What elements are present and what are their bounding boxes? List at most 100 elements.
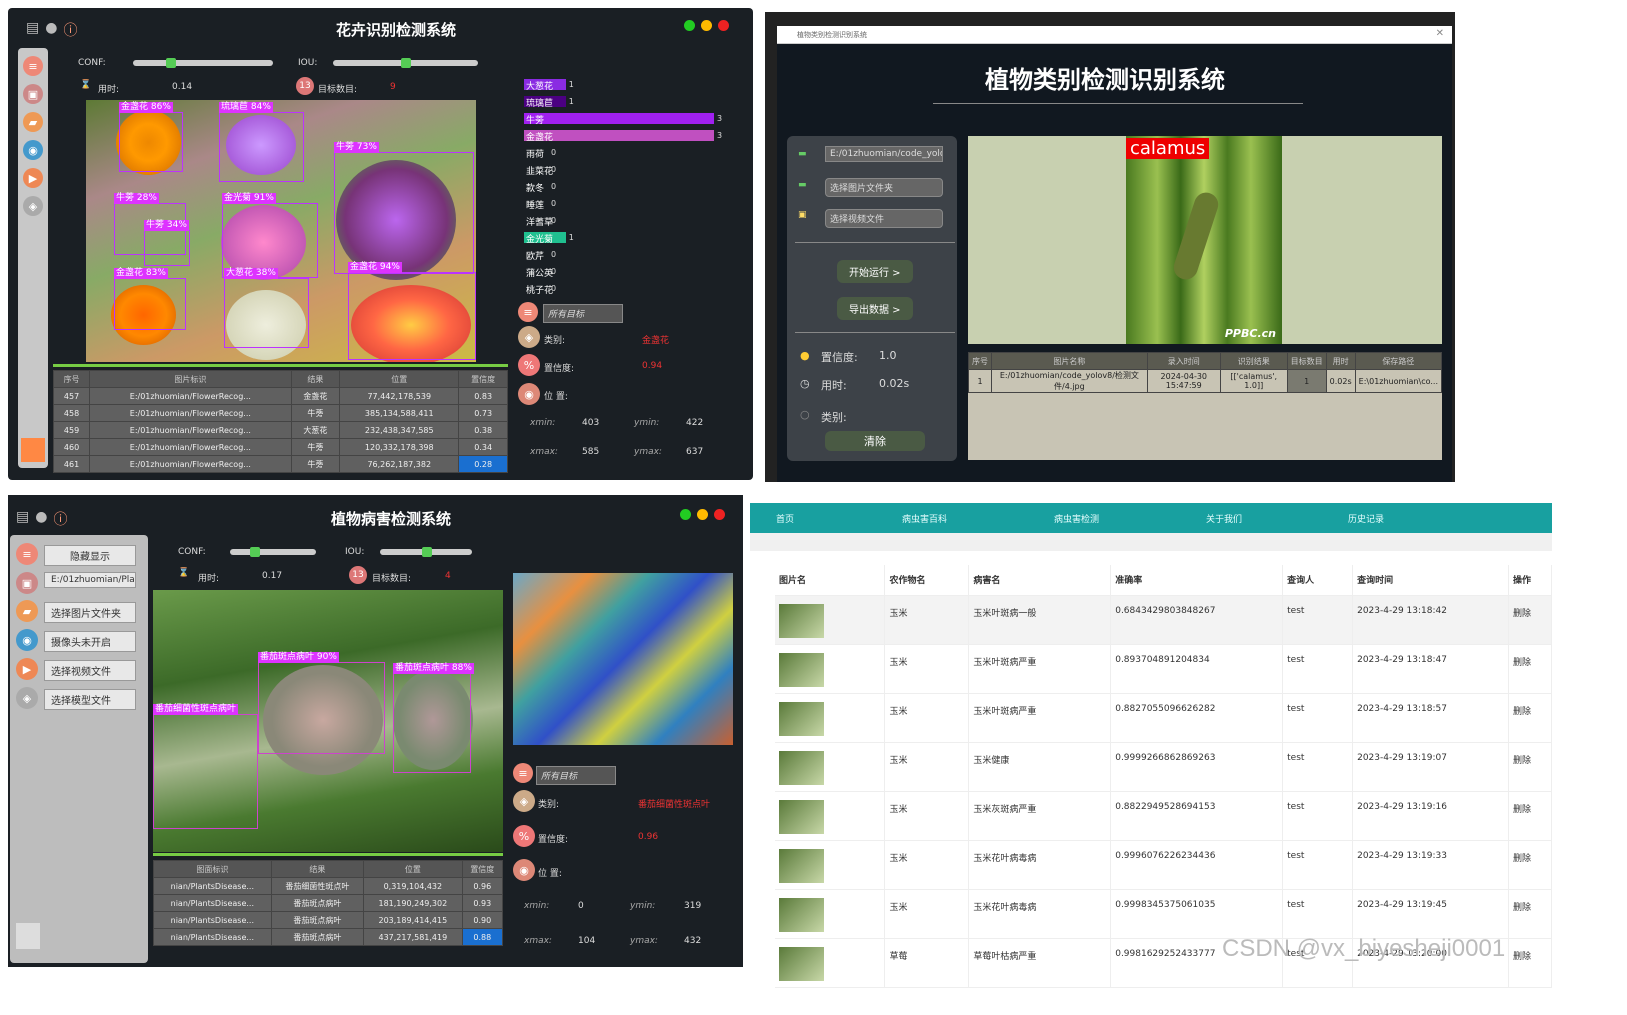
table-row[interactable]: 460 E:/01zhuomian/FlowerRecog... 牛蒡 120,332… <box>52 438 508 456</box>
detection-box[interactable]: 大葱花 38% <box>224 268 309 348</box>
close-button[interactable] <box>714 509 725 520</box>
folder-icon[interactable]: ▰ <box>23 112 43 132</box>
detection-box[interactable]: 金光菊 91% <box>222 193 318 278</box>
table-row[interactable]: 457 E:/01zhuomian/FlowerRecog... 金盏花 77,442… <box>52 387 508 405</box>
delete-link[interactable]: 删除 <box>1508 889 1553 939</box>
column-header[interactable]: 用时 <box>1325 352 1356 370</box>
column-header[interactable]: 置信度 <box>461 860 504 878</box>
camera-icon[interactable]: ◉ <box>23 140 43 160</box>
delete-link[interactable]: 删除 <box>1508 938 1553 988</box>
maximize-button[interactable] <box>680 509 691 520</box>
column-header[interactable]: 农作物名 <box>884 565 970 596</box>
column-header[interactable]: 准确率 <box>1110 565 1284 596</box>
table-row[interactable]: 玉米 玉米叶斑病一般 0.6843429803848267 test 2023-4-29… <box>775 595 1553 645</box>
detection-box[interactable]: 牛蒡 73% <box>334 142 474 274</box>
table-row[interactable]: nian/PlantsDisease... 番茄斑点病叶 181,190,249,3… <box>153 894 504 912</box>
camera-button[interactable]: 摄像头未开启 <box>44 631 136 652</box>
table-row[interactable]: nian/PlantsDisease... 番茄细菌性斑点叶 0,319,104,4… <box>153 877 504 895</box>
column-header[interactable]: 操作 <box>1508 565 1553 596</box>
column-header[interactable]: 病害名 <box>968 565 1112 596</box>
export-button[interactable]: 导出数据 > <box>837 297 913 320</box>
db-icon[interactable]: ▤ <box>16 509 29 529</box>
detection-box[interactable]: 番茄斑点病叶 88% <box>393 663 474 773</box>
nav-item[interactable]: 关于我们 <box>1206 512 1242 525</box>
delete-link[interactable]: 删除 <box>1508 693 1553 743</box>
column-header[interactable]: 位置 <box>339 370 460 388</box>
column-header[interactable]: 图片名称 <box>991 352 1148 370</box>
iou-slider[interactable] <box>380 547 472 557</box>
conf-slider[interactable] <box>133 58 273 68</box>
table-row[interactable]: 458 E:/01zhuomian/FlowerRecog... 牛蒡 385,134… <box>52 404 508 422</box>
column-header[interactable]: 置信度 <box>458 370 508 388</box>
close-icon[interactable]: ✕ <box>1436 28 1444 39</box>
clear-button[interactable]: 清除 <box>825 431 925 451</box>
iou-slider[interactable] <box>333 58 478 68</box>
info-icon[interactable]: ⓘ <box>63 20 77 40</box>
folder-icon[interactable]: ▰ <box>16 600 38 622</box>
table-row[interactable]: 玉米 玉米花叶病毒病 0.9996076226234436 test 2023-4-29… <box>775 840 1553 890</box>
path-input[interactable]: E:/01zhuomian/Plants <box>44 572 136 588</box>
column-header[interactable]: 识别结果 <box>1219 352 1288 370</box>
column-header[interactable]: 结果 <box>290 370 341 388</box>
detection-box[interactable]: 番茄细菌性斑点病叶 <box>153 704 258 829</box>
video-icon[interactable]: ▶ <box>23 168 43 188</box>
camera-icon[interactable]: ◉ <box>16 629 38 651</box>
hide-button[interactable]: 隐藏显示 <box>44 545 136 566</box>
detection-box[interactable]: 金盏花 94% <box>348 262 476 360</box>
user-icon[interactable]: ● <box>45 20 57 40</box>
select-folder-button[interactable]: 选择图片文件夹 <box>44 602 136 623</box>
table-row[interactable]: 玉米 玉米叶斑病严重 0.8827055096626282 test 2023-4-29… <box>775 693 1553 743</box>
select-video-button[interactable]: 选择视频文件 <box>825 209 943 228</box>
select-video-button[interactable]: 选择视频文件 <box>44 660 136 681</box>
run-button[interactable]: 开始运行 > <box>837 260 913 283</box>
column-header[interactable]: 序号 <box>968 352 992 370</box>
detection-box[interactable]: 牛蒡 34% <box>144 220 190 266</box>
column-header[interactable]: 图片标识 <box>89 370 292 388</box>
detection-box[interactable]: 琉璃苣 84% <box>219 102 304 182</box>
table-row[interactable]: 玉米 玉米灰斑病严重 0.8822949528694153 test 2023-4-29… <box>775 791 1553 841</box>
minimize-button[interactable] <box>701 20 712 31</box>
table-row[interactable]: 461 E:/01zhuomian/FlowerRecog... 牛蒡 76,262,… <box>52 455 508 473</box>
delete-link[interactable]: 删除 <box>1508 595 1553 645</box>
info-icon[interactable]: ⓘ <box>53 509 67 529</box>
column-header[interactable]: 结果 <box>270 860 365 878</box>
detection-box[interactable]: 番茄斑点病叶 90% <box>258 652 385 754</box>
nav-item[interactable]: 病虫害检测 <box>1054 512 1099 525</box>
model-icon[interactable]: ◈ <box>23 196 43 216</box>
column-header[interactable]: 查询人 <box>1282 565 1354 596</box>
delete-link[interactable]: 删除 <box>1508 840 1553 890</box>
detection-box[interactable]: 金盏花 83% <box>114 268 186 330</box>
target-select[interactable]: 所有目标 <box>536 766 616 785</box>
column-header[interactable]: 保存路径 <box>1354 352 1443 370</box>
table-row[interactable]: nian/PlantsDisease... 番茄斑点病叶 437,217,581,4… <box>153 928 504 946</box>
column-header[interactable]: 图面标识 <box>153 860 272 878</box>
column-header[interactable]: 录入时间 <box>1146 352 1221 370</box>
table-row[interactable]: 玉米 玉米健康 0.9999266862869263 test 2023-4-29 13… <box>775 742 1553 792</box>
minimize-button[interactable] <box>697 509 708 520</box>
conf-slider[interactable] <box>230 547 316 557</box>
select-model-button[interactable]: 选择模型文件 <box>44 689 136 710</box>
table-row[interactable]: 玉米 玉米花叶病毒病 0.9998345375061035 test 2023-4-29… <box>775 889 1553 939</box>
detection-box[interactable]: 金盏花 86% <box>119 102 183 172</box>
column-header[interactable]: 位置 <box>363 860 463 878</box>
table-row[interactable]: 玉米 玉米叶斑病严重 0.893704891204834 test 2023-4-29 … <box>775 644 1553 694</box>
image-icon[interactable]: ▣ <box>23 84 43 104</box>
delete-link[interactable]: 删除 <box>1508 742 1553 792</box>
column-header[interactable]: 图片名 <box>775 565 886 596</box>
nav-item[interactable]: 历史记录 <box>1348 512 1384 525</box>
delete-link[interactable]: 删除 <box>1508 644 1553 694</box>
table-row[interactable]: 459 E:/01zhuomian/FlowerRecog... 大葱花 232,43… <box>52 421 508 439</box>
nav-item[interactable]: 病虫害百科 <box>902 512 947 525</box>
maximize-button[interactable] <box>684 20 695 31</box>
delete-link[interactable]: 删除 <box>1508 791 1553 841</box>
column-header[interactable]: 序号 <box>52 370 91 388</box>
db-icon[interactable]: ▤ <box>26 20 39 40</box>
menu-icon[interactable]: ≡ <box>23 56 43 76</box>
select-folder-button[interactable]: 选择图片文件夹 <box>825 178 943 197</box>
column-header[interactable]: 目标数目 <box>1286 352 1327 370</box>
target-select[interactable]: 所有目标 <box>543 304 623 323</box>
user-icon[interactable]: ● <box>35 509 47 529</box>
nav-item[interactable]: 首页 <box>776 512 794 525</box>
video-icon[interactable]: ▶ <box>16 658 38 680</box>
menu-icon[interactable]: ≡ <box>16 543 38 565</box>
